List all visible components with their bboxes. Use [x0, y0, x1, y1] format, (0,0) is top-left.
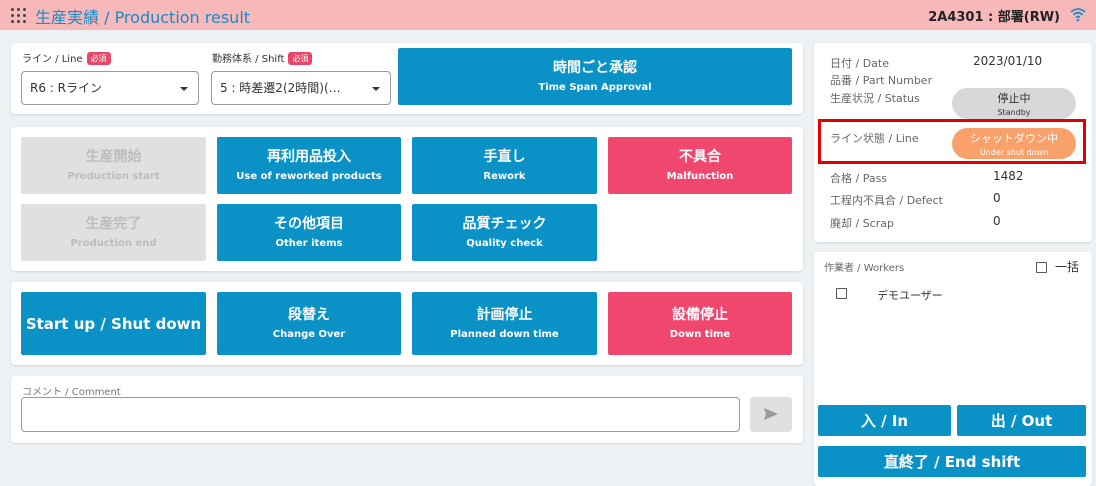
worker-checkbox[interactable] — [836, 288, 847, 299]
worker-name: デモユーザー — [877, 289, 943, 302]
scrap-label: 廃却 / Scrap — [830, 217, 894, 230]
date-label: 日付 / Date — [830, 57, 889, 70]
line-field-label: ライン / Line 必須 — [22, 50, 111, 65]
wifi-icon — [1070, 8, 1086, 22]
status-badge: 停止中 Standby — [952, 88, 1076, 119]
shift-field-label: 勤務体系 / Shift 必須 — [212, 50, 313, 65]
time-span-approval-button[interactable]: 時間ごと承認 Time Span Approval — [398, 48, 792, 105]
required-badge: 必須 — [288, 52, 313, 65]
down-time-button[interactable]: 設備停止 Down time — [608, 292, 792, 355]
chevron-down-icon — [372, 87, 380, 91]
pass-value: 1482 — [993, 169, 1024, 183]
comment-input[interactable] — [21, 397, 740, 432]
bulk-select-label: 一括 — [1055, 260, 1080, 274]
defect-label: 工程内不具合 / Defect — [830, 194, 943, 207]
pass-label: 合格 / Pass — [830, 172, 888, 185]
line-state-highlight — [818, 119, 1086, 164]
startup-shutdown-button[interactable]: Start up / Shut down — [21, 292, 206, 355]
date-value: 2023/01/10 — [973, 54, 1043, 68]
apps-grid-icon[interactable] — [11, 8, 26, 23]
status-label: 生産状況 / Status — [830, 92, 920, 105]
send-button[interactable] — [750, 397, 792, 432]
defect-value: 0 — [993, 191, 1001, 205]
production-end-button[interactable]: 生産完了 Production end — [21, 204, 206, 261]
send-icon — [764, 408, 778, 420]
bulk-select-checkbox[interactable] — [1036, 262, 1047, 273]
reworked-products-button[interactable]: 再利用品投入 Use of reworked products — [217, 137, 401, 194]
line-select[interactable]: R6 : Rライン — [21, 71, 199, 105]
other-items-button[interactable]: その他項目 Other items — [217, 204, 401, 261]
changeover-button[interactable]: 段替え Change Over — [217, 292, 401, 355]
comment-label: コメント / Comment — [22, 387, 121, 398]
user-department: 2A4301 : 部署(RW) — [928, 10, 1060, 25]
shift-select[interactable]: 5 : 時差遷2(2時間)(… — [211, 71, 391, 105]
clock-in-button[interactable]: 入 / In — [818, 405, 951, 436]
workers-label: 作業者 / Workers — [824, 263, 905, 274]
quality-check-button[interactable]: 品質チェック Quality check — [412, 204, 597, 261]
part-number-label: 品番 / Part Number — [830, 74, 933, 87]
chevron-down-icon — [180, 87, 188, 91]
required-badge: 必須 — [86, 52, 111, 65]
end-shift-button[interactable]: 直終了 / End shift — [818, 446, 1086, 477]
clock-out-button[interactable]: 出 / Out — [957, 405, 1086, 436]
top-bar: 生産実績 / Production result 2A4301 : 部署(RW) — [0, 0, 1096, 30]
page-title: 生産実績 / Production result — [35, 8, 251, 27]
production-start-button[interactable]: 生産開始 Production start — [21, 137, 206, 194]
rework-button[interactable]: 手直し Rework — [412, 137, 597, 194]
malfunction-button[interactable]: 不具合 Malfunction — [608, 137, 792, 194]
scrap-value: 0 — [993, 214, 1001, 228]
planned-down-time-button[interactable]: 計画停止 Planned down time — [412, 292, 597, 355]
